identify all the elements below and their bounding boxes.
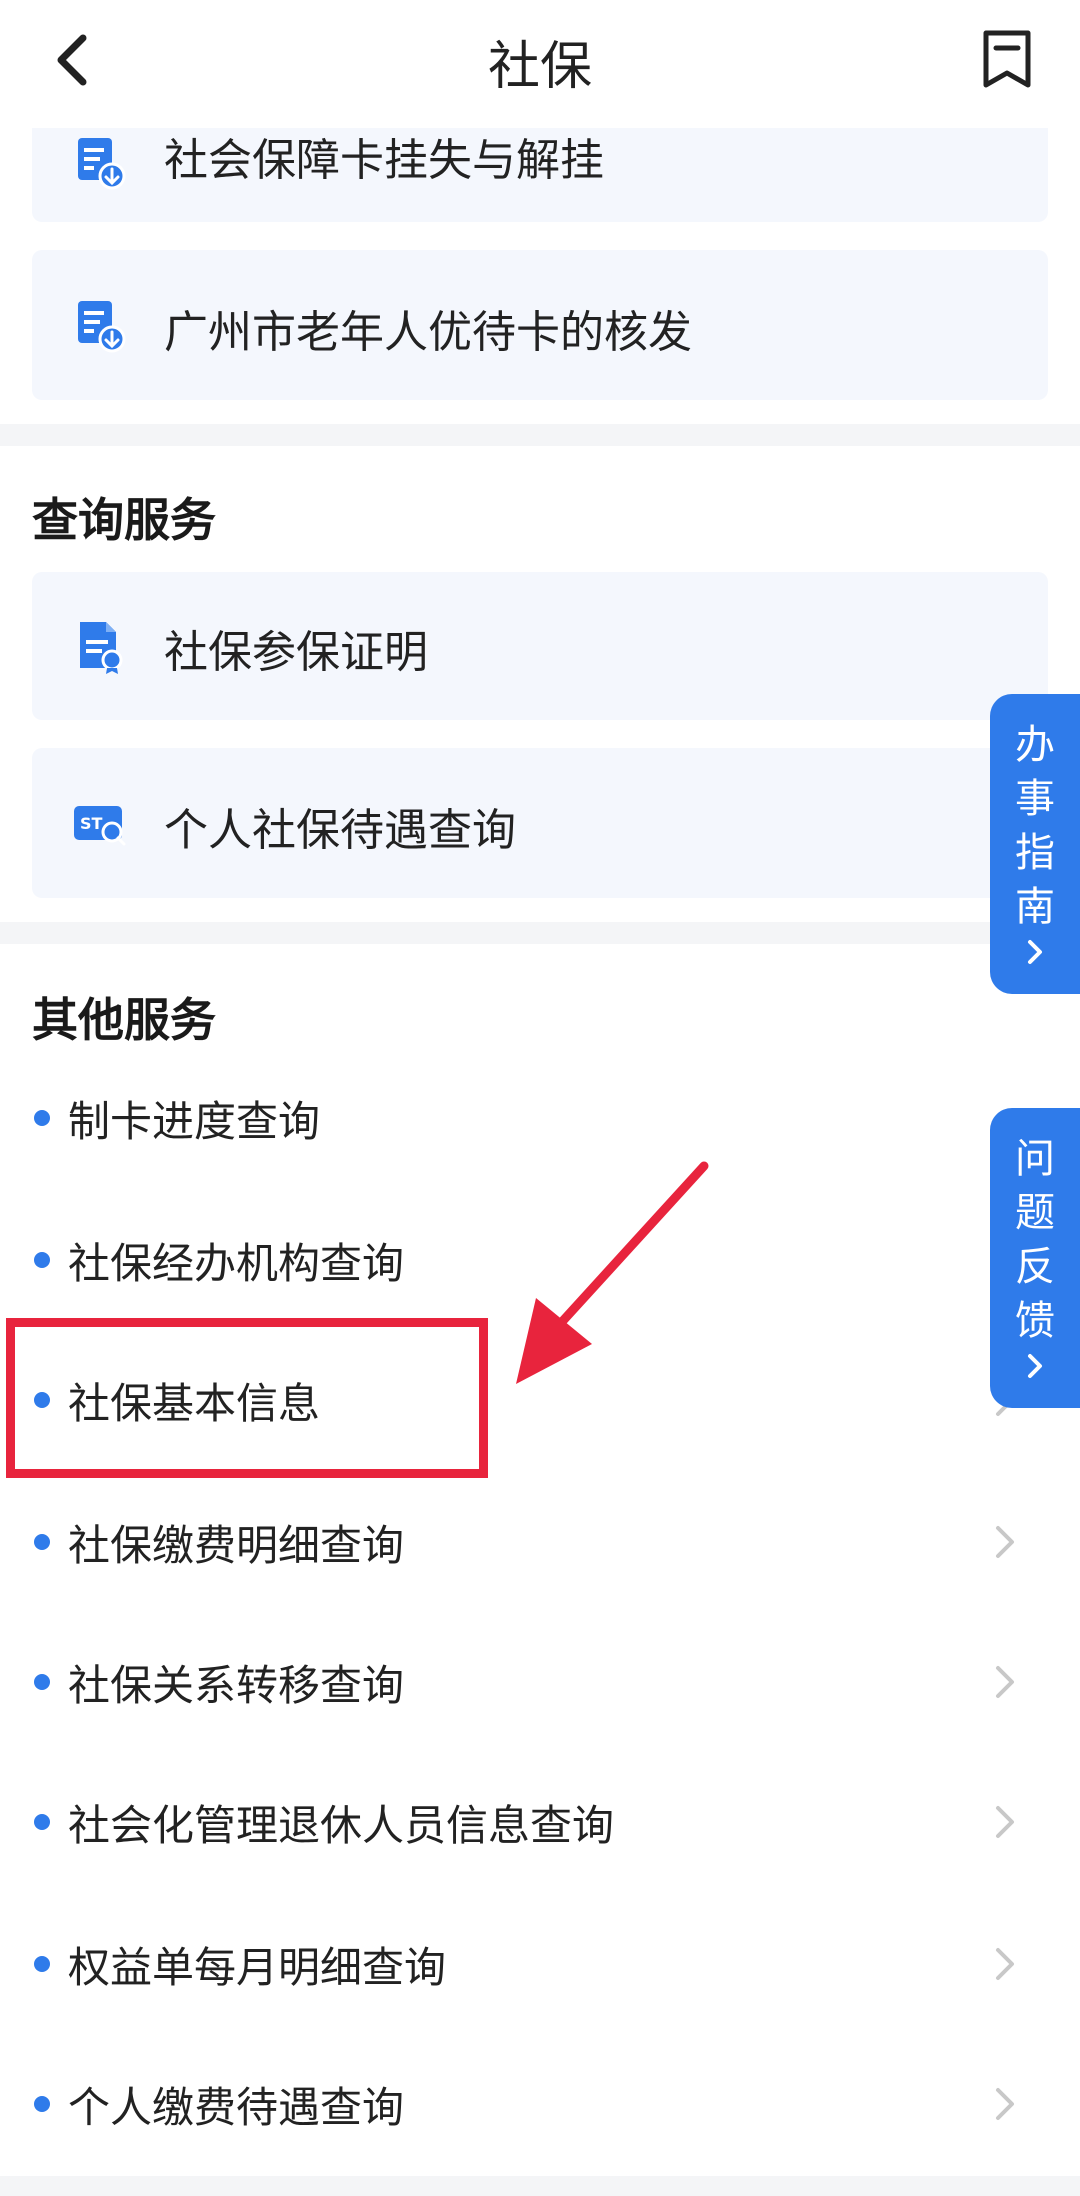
chevron-right-icon	[1028, 940, 1042, 964]
section-divider	[0, 922, 1080, 944]
bullet-dot-icon	[34, 1252, 50, 1268]
list-item-label: 社保缴费明细查询	[68, 1521, 405, 1570]
highlight-box	[6, 1318, 488, 1478]
chevron-right-icon	[996, 1806, 1014, 1838]
side-tab-label: 办事指南	[1015, 722, 1055, 930]
service-card-elderly-card[interactable]: 广州市老年人优待卡的核发	[32, 250, 1048, 400]
list-item-transfer-query[interactable]: 社保关系转移查询	[0, 1612, 1080, 1752]
app-header: 社保	[0, 0, 1080, 128]
form-download-icon	[78, 138, 126, 190]
chevron-right-icon	[996, 1526, 1014, 1558]
service-card-label: 广州市老年人优待卡的核发	[164, 307, 692, 358]
side-tab-feedback[interactable]: 问题反馈	[990, 1108, 1080, 1408]
service-card-personal-benefits[interactable]: ST 个人社保待遇查询	[32, 748, 1048, 898]
bookmark-icon	[983, 30, 1031, 88]
svg-text:ST: ST	[80, 814, 103, 833]
list-item-label: 制卡进度查询	[68, 1097, 321, 1146]
list-item-label: 个人缴费待遇查询	[68, 2083, 405, 2132]
bullet-dot-icon	[34, 1534, 50, 1550]
list-item-retiree-info[interactable]: 社会化管理退休人员信息查询	[0, 1752, 1080, 1892]
section-title-query: 查询服务	[32, 493, 216, 547]
chevron-right-icon	[1028, 1354, 1042, 1378]
service-card-label: 社会保障卡挂失与解挂	[164, 135, 604, 186]
side-tab-label: 问题反馈	[1015, 1136, 1055, 1344]
list-item-card-progress[interactable]: 制卡进度查询	[0, 1048, 1080, 1188]
form-download-icon	[78, 301, 126, 353]
bullet-dot-icon	[34, 1956, 50, 1972]
service-card-label: 社保参保证明	[164, 627, 428, 678]
bottom-divider	[0, 2176, 1080, 2196]
list-item-payment-detail[interactable]: 社保缴费明细查询	[0, 1472, 1080, 1612]
card-search-icon: ST	[74, 806, 126, 846]
bookmark-button[interactable]	[974, 24, 1040, 94]
list-item-label: 社保关系转移查询	[68, 1661, 405, 1710]
list-item-agency-query[interactable]: 社保经办机构查询	[0, 1190, 1080, 1330]
side-tab-guide[interactable]: 办事指南	[990, 694, 1080, 994]
list-item-label: 社保经办机构查询	[68, 1239, 405, 1288]
bullet-dot-icon	[34, 1814, 50, 1830]
service-card-insurance-certificate[interactable]: 社保参保证明	[32, 572, 1048, 720]
page-title: 社保	[487, 37, 592, 97]
list-item-personal-payment[interactable]: 个人缴费待遇查询	[0, 2034, 1080, 2174]
list-item-monthly-statement[interactable]: 权益单每月明细查询	[0, 1894, 1080, 2034]
bullet-dot-icon	[34, 1674, 50, 1690]
bullet-dot-icon	[34, 2096, 50, 2112]
list-item-label: 权益单每月明细查询	[68, 1943, 447, 1992]
chevron-right-icon	[996, 1666, 1014, 1698]
chevron-right-icon	[996, 1948, 1014, 1980]
certificate-doc-icon	[80, 622, 123, 674]
bullet-dot-icon	[34, 1110, 50, 1126]
service-card-label: 个人社保待遇查询	[164, 805, 516, 856]
section-title-other: 其他服务	[32, 993, 216, 1047]
chevron-right-icon	[996, 2088, 1014, 2120]
list-item-label: 社会化管理退休人员信息查询	[68, 1801, 615, 1850]
section-divider	[0, 424, 1080, 446]
